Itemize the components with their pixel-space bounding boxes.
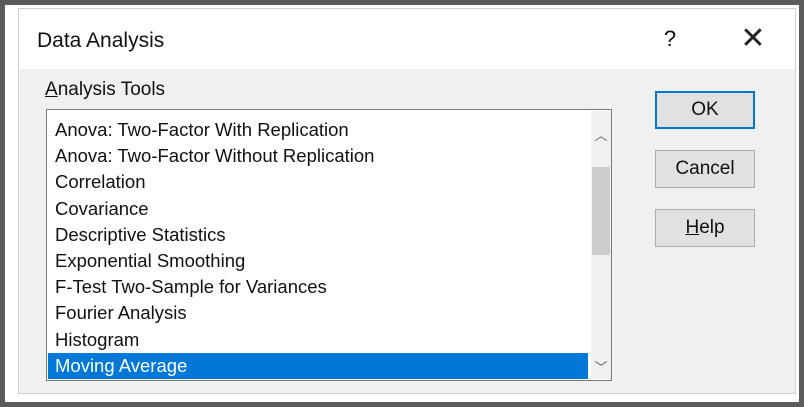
help-question-icon[interactable]: ? — [655, 23, 685, 55]
help-accelerator: H — [685, 217, 700, 238]
list-item[interactable]: F-Test Two-Sample for Variances — [48, 274, 588, 300]
help-button-label: elp — [699, 217, 725, 238]
list-item[interactable]: Covariance — [48, 196, 588, 222]
list-item[interactable]: Descriptive Statistics — [48, 222, 588, 248]
dialog-title: Data Analysis — [37, 29, 165, 52]
list-item[interactable]: Histogram — [48, 327, 588, 353]
close-icon[interactable]: ✕ — [733, 23, 773, 55]
help-button[interactable]: Help — [655, 209, 755, 247]
list-item[interactable]: Moving Average — [48, 352, 588, 379]
ok-button[interactable]: OK — [655, 91, 755, 129]
scroll-up-chevron-icon[interactable]: ︿ — [591, 127, 611, 147]
analysis-tools-label-text: nalysis Tools — [57, 79, 166, 100]
list-item[interactable]: Fourier Analysis — [48, 300, 588, 326]
scroll-down-chevron-icon[interactable]: ﹀ — [591, 359, 611, 379]
scroll-thumb[interactable] — [592, 167, 610, 255]
analysis-tools-accelerator: A — [45, 79, 58, 100]
list-item[interactable]: Exponential Smoothing — [48, 248, 588, 274]
analysis-tools-list: Anova: Two-Factor With Replication Anova:… — [48, 117, 588, 379]
cancel-button[interactable]: Cancel — [655, 150, 755, 188]
list-item[interactable]: Correlation — [48, 169, 588, 195]
analysis-tools-label: Analysis Tools — [45, 79, 165, 101]
list-item[interactable]: Anova: Two-Factor Without Replication — [48, 143, 588, 169]
list-item[interactable]: Anova: Two-Factor With Replication — [48, 117, 588, 143]
analysis-tools-listbox[interactable]: Anova: Two-Factor With Replication Anova:… — [46, 109, 612, 381]
vertical-scrollbar[interactable]: ︿ ﹀ — [591, 111, 611, 379]
title-bar: Data Analysis ? ✕ — [19, 9, 795, 69]
data-analysis-dialog: Data Analysis ? ✕ Analysis Tools Anova: … — [18, 8, 796, 394]
